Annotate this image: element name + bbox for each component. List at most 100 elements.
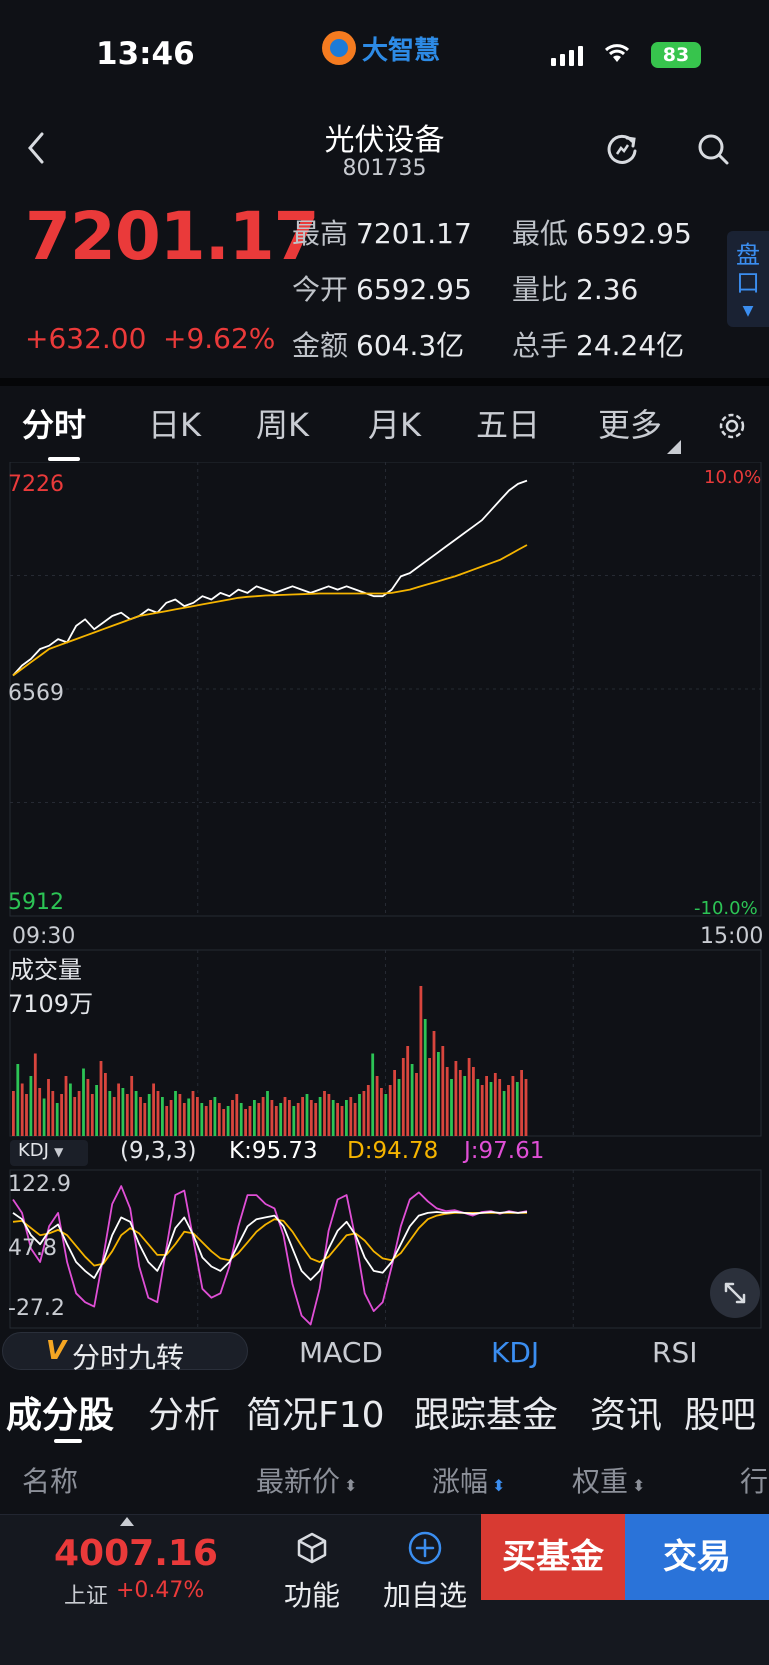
volume-bar <box>112 1097 116 1136</box>
volume-bar <box>445 1067 449 1136</box>
volume-bar <box>419 986 423 1136</box>
volume-bar <box>362 1091 366 1136</box>
indicator-tab-kdj[interactable]: KDJ <box>491 1336 539 1369</box>
volume-bar <box>467 1058 471 1136</box>
volume-bar <box>64 1076 68 1136</box>
status-time: 13:46 <box>96 36 195 72</box>
tab-f10[interactable]: 简况F10 <box>246 1386 385 1438</box>
caret-down-icon: ▼ <box>54 1145 64 1159</box>
app-name: 大智慧 <box>362 35 441 66</box>
indicator-tab-rsi[interactable]: RSI <box>652 1336 698 1369</box>
volume-bar <box>143 1103 147 1136</box>
volume-bar <box>73 1097 77 1136</box>
tab-analysis[interactable]: 分析 <box>148 1386 220 1438</box>
volume-bar <box>358 1094 361 1136</box>
volume-bar <box>222 1109 226 1136</box>
search-icon <box>698 134 729 165</box>
kdj-axis-top: 122.9 <box>8 1172 71 1197</box>
pct-axis-bottom: -10.0% <box>694 898 758 919</box>
chart-grid <box>9 462 762 1329</box>
volume-bar <box>182 1103 186 1136</box>
volume-bar <box>507 1085 510 1136</box>
volume-bar <box>104 1073 107 1136</box>
pct-axis-top: 10.0% <box>704 467 762 488</box>
col-change-pct[interactable]: 涨幅 ⬍ <box>432 1460 505 1500</box>
volume-bar <box>239 1103 243 1136</box>
volume-label: 成交量 <box>10 956 82 984</box>
volume-bar <box>454 1061 458 1136</box>
col-industry[interactable]: 行 <box>740 1460 768 1500</box>
fullscreen-button[interactable] <box>710 1268 760 1318</box>
order-book-toggle[interactable]: 盘口 ▼ <box>727 231 769 327</box>
volume-bar <box>406 1046 410 1136</box>
tab-intraday[interactable]: 分时 <box>22 400 86 446</box>
volume-bar <box>375 1076 379 1136</box>
volume-bar <box>191 1091 195 1136</box>
col-weight[interactable]: 权重 ⬍ <box>572 1460 645 1500</box>
stat-amount: 金额 604.3亿 <box>292 329 465 362</box>
volume-bar <box>366 1085 370 1136</box>
chart-settings-button[interactable] <box>716 410 748 442</box>
tab-tracking-funds[interactable]: 跟踪基金 <box>414 1386 558 1438</box>
volume-bar <box>450 1079 453 1136</box>
volume-bar <box>384 1094 388 1136</box>
add-watchlist-button[interactable]: 加自选 <box>380 1530 470 1614</box>
tab-monthly-k[interactable]: 月K <box>368 400 421 446</box>
volume-bar <box>156 1091 160 1136</box>
function-button[interactable]: 功能 <box>267 1530 357 1614</box>
app-logo: 大智慧 <box>322 28 440 68</box>
volume-bar <box>47 1079 50 1136</box>
volume-bar <box>441 1046 445 1136</box>
refresh-button[interactable] <box>602 129 642 169</box>
volume-bar <box>117 1083 120 1136</box>
volume-bar <box>38 1088 42 1136</box>
volume-bar <box>42 1098 46 1136</box>
volume-bar <box>349 1097 353 1136</box>
tab-five-day[interactable]: 五日 <box>476 400 540 446</box>
index-price[interactable]: 4007.16 <box>54 1533 218 1574</box>
kdj-k-value: K:95.73 <box>229 1138 318 1164</box>
volume-bar <box>217 1103 221 1136</box>
volume-bar <box>257 1103 261 1136</box>
tab-constituents[interactable]: 成分股 <box>6 1386 114 1438</box>
volume-bar <box>178 1094 182 1136</box>
indicator-tab-macd[interactable]: MACD <box>299 1336 383 1369</box>
volume-bar <box>301 1097 304 1136</box>
volume-bar <box>288 1100 291 1136</box>
price-axis-bottom: 5912 <box>8 890 64 915</box>
volume-bar <box>169 1100 173 1136</box>
volume-bar <box>25 1094 28 1136</box>
volume-bar <box>323 1091 326 1136</box>
tab-daily-k[interactable]: 日K <box>148 400 201 446</box>
intraday-chart[interactable] <box>0 462 769 1332</box>
tab-more[interactable]: 更多 <box>598 400 662 446</box>
col-last-price[interactable]: 最新价 ⬍ <box>256 1460 357 1500</box>
volume-bar <box>161 1097 164 1136</box>
volume-bar <box>279 1103 283 1136</box>
volume-bar <box>209 1100 212 1136</box>
tab-news[interactable]: 资讯 <box>590 1386 662 1438</box>
stat-open: 今开 6592.95 <box>292 273 472 306</box>
volume-bar <box>244 1109 247 1136</box>
active-tab-indicator <box>48 457 80 461</box>
buy-fund-button[interactable]: 买基金 <box>481 1514 625 1600</box>
function-label: 功能 <box>283 1579 340 1612</box>
volume-bar <box>498 1079 502 1136</box>
volume-bar <box>393 1070 396 1136</box>
tab-weekly-k[interactable]: 周K <box>256 400 309 446</box>
refresh-icon <box>607 134 637 164</box>
trade-button[interactable]: 交易 <box>625 1514 769 1600</box>
page-title: 光伏设备 <box>324 123 445 158</box>
volume-bar <box>388 1085 392 1136</box>
sort-icon: ⬍ <box>492 1476 506 1495</box>
col-name[interactable]: 名称 <box>22 1460 78 1500</box>
cube-icon <box>297 1532 327 1564</box>
caret-up-icon <box>120 1517 134 1526</box>
price-change-pct: +9.62% <box>163 322 276 355</box>
series-line-avg <box>12 544 528 677</box>
kdj-selector[interactable]: KDJ ▼ <box>10 1140 88 1166</box>
search-button[interactable] <box>694 130 734 170</box>
tab-forum[interactable]: 股吧 <box>684 1386 756 1438</box>
volume-bar <box>283 1097 287 1136</box>
volume-bar <box>165 1106 169 1136</box>
